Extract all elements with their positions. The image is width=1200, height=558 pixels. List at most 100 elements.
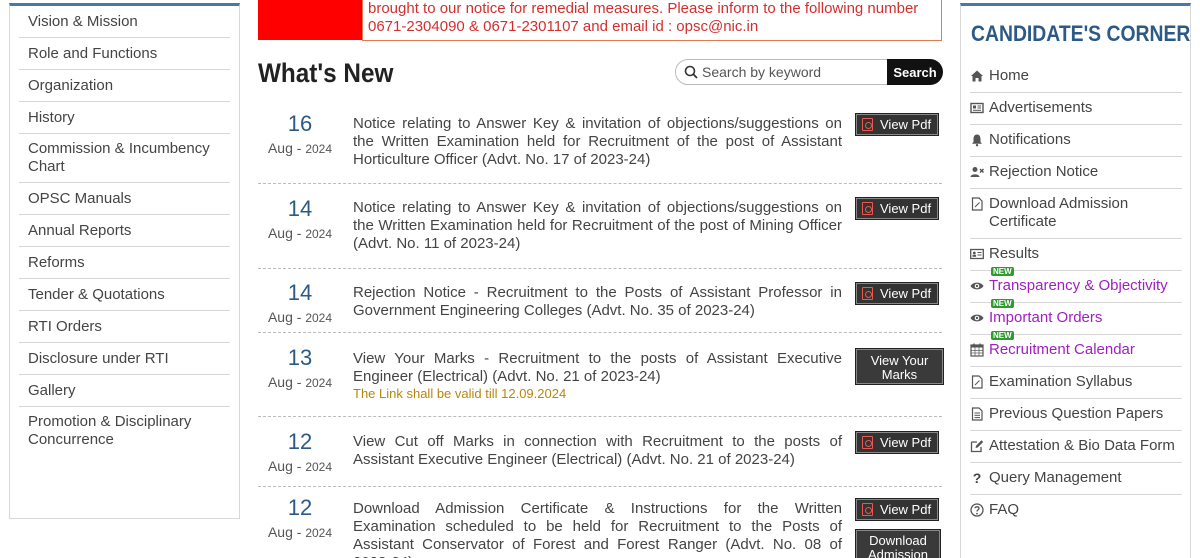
cc-item-attestation[interactable]: Attestation & Bio Data Form [970,431,1182,463]
bell-icon [972,134,982,147]
news-month: Aug [267,374,293,390]
help-circle-icon [970,503,984,517]
view-your-marks-button[interactable]: View Your Marks [855,348,944,385]
cc-item-label: Notifications [989,131,1071,148]
news-month: Aug [267,225,293,241]
notice-red-block [258,0,362,40]
news-item: 12 Aug - 2024 View Cut off Marks in conn… [258,417,942,487]
download-admission-button[interactable]: Download Admission [855,529,941,558]
view-pdf-label: View Pdf [880,201,932,216]
cc-item-label: Query Management [989,469,1122,486]
news-day: 14 [287,280,313,305]
cc-item-faq[interactable]: FAQ [970,495,1182,526]
sidebar-item-annual-reports[interactable]: Annual Reports [19,215,230,247]
news-text: Download Admission Certificate & Instruc… [353,500,842,558]
search-icon [684,65,698,79]
news-text: View Cut off Marks in connection with Re… [353,433,842,468]
news-year: 2024 [305,311,333,325]
link-validity-note: The Link shall be valid till 12.09.2024 [353,386,567,401]
notice-line-2: 0671-2304090 & 0671-2301107 and email id… [368,18,759,35]
cc-item-notifications[interactable]: Notifications [970,125,1182,157]
news-month-year: Aug - 2024 [267,374,333,390]
pdf-icon [862,202,873,215]
document-icon [971,407,983,421]
view-pdf-button[interactable]: View Pdf [855,113,939,136]
news-day: 12 [287,429,313,454]
cc-item-previous-papers[interactable]: Previous Question Papers [970,399,1182,431]
pdf-icon [862,287,873,300]
cc-item-label: FAQ [989,501,1020,518]
sidebar-item-history[interactable]: History [19,102,230,134]
news-year: 2024 [305,376,333,390]
new-badge: NEW [991,267,1014,276]
view-pdf-label: View Pdf [880,435,932,450]
news-day: 13 [287,345,313,370]
news-year: 2024 [305,227,333,241]
news-item: 12 Aug - 2024 Download Admission Certifi… [258,487,942,558]
pdf-icon [862,436,873,449]
news-month-year: Aug - 2024 [267,140,333,156]
news-year: 2024 [305,142,333,156]
sidebar-item-disclosure-rti[interactable]: Disclosure under RTI [19,343,230,375]
notice-banner: brought to our notice for remedial measu… [362,0,942,41]
cc-item-label: Previous Question Papers [989,405,1164,422]
news-item: 14 Aug - 2024 Rejection Notice - Recruit… [258,269,942,333]
view-pdf-button[interactable]: View Pdf [855,197,939,220]
news-item: 14 Aug - 2024 Notice relating to Answer … [258,184,942,269]
search-box [675,59,889,85]
sidebar-item-gallery[interactable]: Gallery [19,375,230,407]
search-bar: Search [675,59,943,85]
news-text: Notice relating to Answer Key & invitati… [353,199,842,252]
cc-item-label: Attestation & Bio Data Form [989,437,1175,454]
news-year: 2024 [305,526,333,540]
view-pdf-label: View Pdf [880,117,932,132]
question-icon: ? [972,470,982,486]
new-badge: NEW [991,331,1014,340]
cc-item-download-admission[interactable]: Download Admission Certificate [970,189,1182,239]
cc-item-label: Transparency & Objectivity [989,277,1168,294]
whats-new-title: What's New [258,58,394,88]
view-pdf-button[interactable]: View Pdf [855,282,939,305]
news-item: 16 Aug - 2024 Notice relating to Answer … [258,103,942,184]
notice-line-1: brought to our notice for remedial measu… [368,0,919,17]
news-month: Aug [267,458,293,474]
view-pdf-button[interactable]: View Pdf [855,431,939,454]
newspaper-icon [970,102,984,114]
new-badge: NEW [991,299,1014,308]
edit-icon [970,440,984,453]
view-pdf-label: View Pdf [880,502,932,517]
news-date: 12 Aug - 2024 [258,429,342,475]
sidebar-item-role-functions[interactable]: Role and Functions [19,38,230,70]
news-month-year: Aug - 2024 [267,524,333,540]
cc-item-recruitment-calendar[interactable]: NEW Recruitment Calendar [970,331,1182,367]
news-month-year: Aug - 2024 [267,458,333,474]
news-date: 14 Aug - 2024 [258,280,342,326]
news-year: 2024 [305,460,333,474]
cc-item-home[interactable]: Home [970,61,1182,93]
sidebar-item-organization[interactable]: Organization [19,70,230,102]
cc-item-advertisements[interactable]: Advertisements [970,93,1182,125]
cc-item-query-management[interactable]: ? Query Management [970,463,1182,495]
pdf-icon [862,503,873,516]
news-text: View Your Marks - Recruitment to the pos… [353,350,842,402]
left-sidebar: Vision & Mission Role and Functions Orga… [9,3,240,519]
candidates-corner: CANDIDATE'S CORNER Home Advertisements N… [960,3,1191,558]
sidebar-item-promotion-disciplinary[interactable]: Promotion & Disciplinary Concurrence [19,407,230,455]
sidebar-item-rti-orders[interactable]: RTI Orders [19,311,230,343]
news-day: 14 [287,196,313,221]
search-button[interactable]: Search [887,59,943,85]
sidebar-item-tender-quotations[interactable]: Tender & Quotations [19,279,230,311]
search-input[interactable] [702,63,882,81]
sidebar-item-vision-mission[interactable]: Vision & Mission [19,6,230,38]
cc-item-label: Examination Syllabus [989,373,1133,390]
cc-item-rejection-notice[interactable]: Rejection Notice [970,157,1182,189]
news-day: 12 [287,495,313,520]
candidates-corner-title: CANDIDATE'S CORNER [971,21,1191,46]
sidebar-item-opsc-manuals[interactable]: OPSC Manuals [19,183,230,215]
sidebar-item-commission-chart[interactable]: Commission & Incumbency Chart [19,134,230,183]
news-text: Notice relating to Answer Key & invitati… [353,115,842,168]
view-pdf-button[interactable]: View Pdf [855,498,939,521]
view-pdf-label: View Pdf [880,286,932,301]
sidebar-item-reforms[interactable]: Reforms [19,247,230,279]
cc-item-examination-syllabus[interactable]: Examination Syllabus [970,367,1182,399]
